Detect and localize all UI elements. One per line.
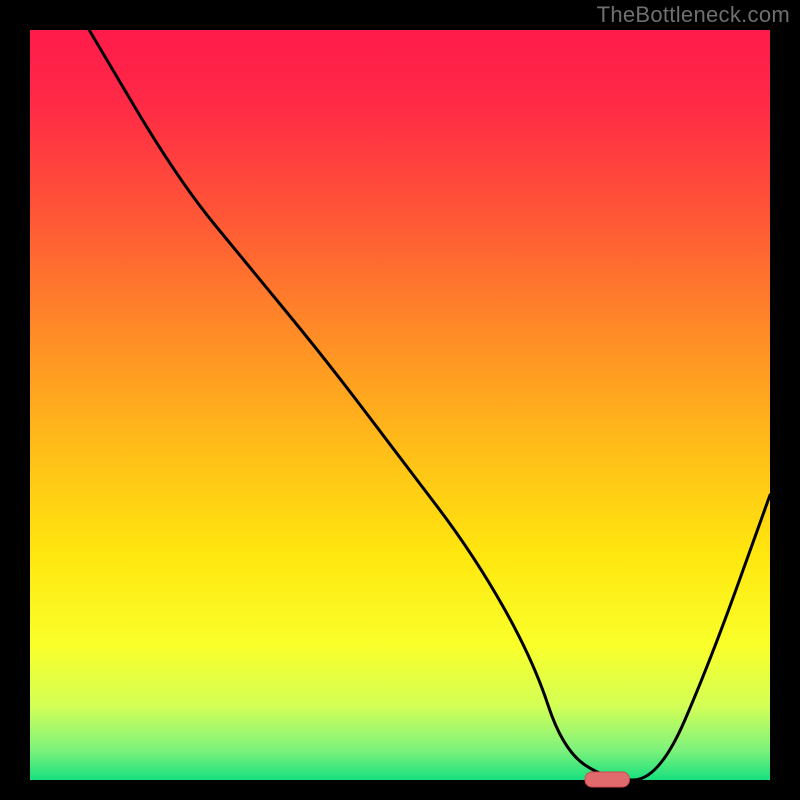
chart-stage: TheBottleneck.com xyxy=(0,0,800,800)
optimal-marker xyxy=(585,772,629,787)
watermark-label: TheBottleneck.com xyxy=(597,2,790,28)
plot-area xyxy=(30,30,770,780)
bottleneck-chart xyxy=(0,0,800,800)
